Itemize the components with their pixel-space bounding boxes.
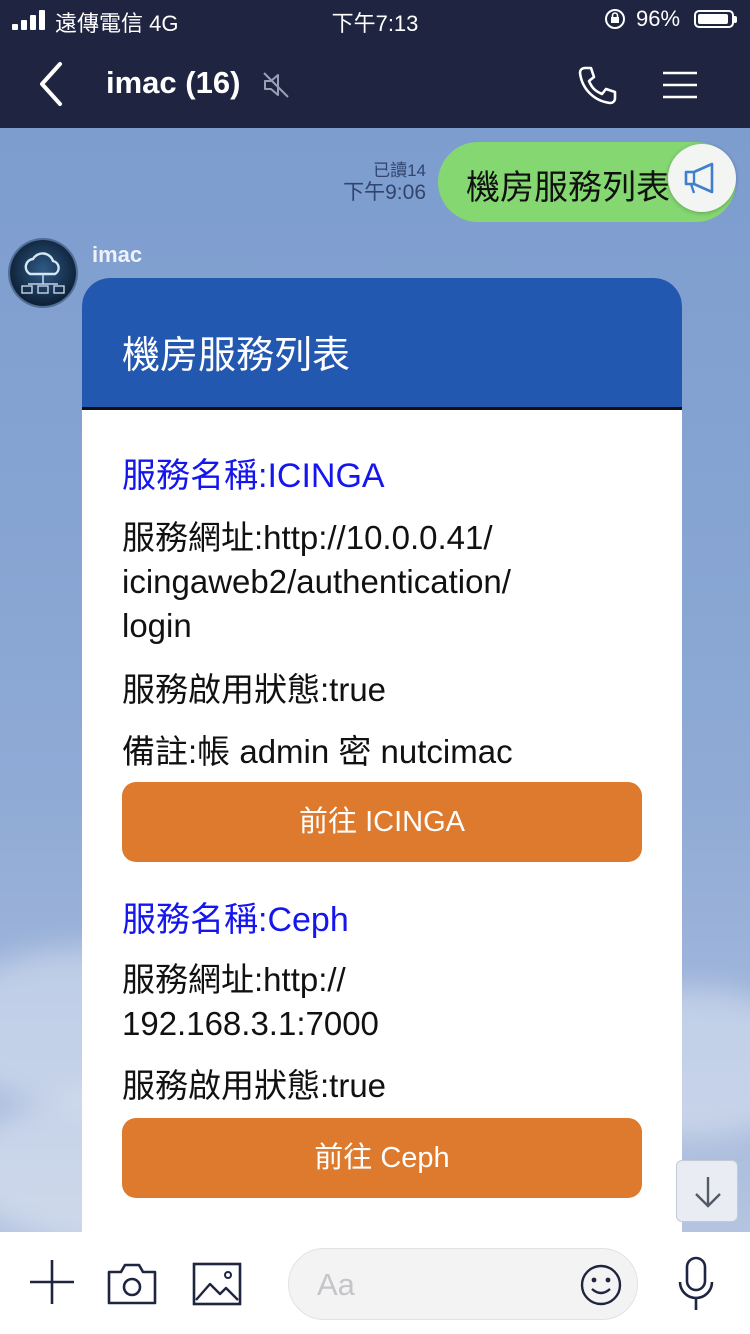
service-name: 服務名稱:ICINGA [122,457,385,495]
message-input[interactable] [315,1263,569,1307]
open-ceph-button[interactable]: 前往 Ceph [122,1118,642,1198]
cloud-network-icon [21,252,65,294]
service-url: 服務網址:http://10.0.0.41/ icingaweb2/authen… [122,516,642,648]
service-url: 服務網址:http:// 192.168.3.1:7000 [122,958,642,1046]
announce-button[interactable] [668,144,736,212]
status-bar: 遠傳電信 4G 下午7:13 96% [0,0,750,40]
battery-icon [694,10,737,28]
scroll-to-bottom-button[interactable] [676,1160,738,1222]
menu-icon[interactable] [662,70,698,100]
service-note: 備註:帳 admin 密 nutcimac [122,733,513,770]
service-name: 服務名稱:Ceph [122,901,349,939]
mute-icon [263,72,289,98]
avatar[interactable] [10,240,76,306]
service-url-line: icingaweb2/authentication/ [122,563,511,600]
back-icon[interactable] [30,60,70,108]
plus-icon[interactable] [28,1258,76,1306]
megaphone-icon [684,162,714,194]
service-url-line: 192.168.3.1:7000 [122,1005,379,1042]
top-bar: 遠傳電信 4G 下午7:13 96% imac (16) [0,0,750,128]
service-url-line: 服務網址:http:// [122,961,346,998]
phone-icon[interactable] [576,64,618,106]
sender-name: imac [92,242,143,267]
image-icon[interactable] [192,1262,242,1306]
flex-message-card: 機房服務列表 服務名稱:ICINGA 服務網址:http://10.0.0.41… [82,278,682,1232]
input-bar [0,1232,750,1334]
battery-percent: 96% [636,6,681,31]
camera-icon[interactable] [106,1260,158,1306]
service-url-line: login [122,607,192,644]
chat-header: imac (16) [0,40,750,128]
message-time: 下午9:06 [343,180,426,204]
service-url-line: 服務網址:http://10.0.0.41/ [122,519,493,556]
service-status: 服務啟用狀態:true [122,671,387,708]
chat-title: imac (16) [106,65,241,100]
chat-area[interactable]: 已讀14 下午9:06 機房服務列表 imac 機房服務列表 服務名稱:ICIN… [0,128,750,1232]
read-status: 已讀14 [373,161,426,180]
open-icinga-button[interactable]: 前往 ICINGA [122,782,642,862]
microphone-icon[interactable] [676,1256,716,1312]
rotation-lock-icon [605,9,625,29]
message-meta: 已讀14 下午9:06 [343,161,426,204]
card-title: 機房服務列表 [82,278,682,410]
service-status: 服務啟用狀態:true [122,1067,387,1104]
message-field[interactable] [288,1248,638,1320]
arrow-down-icon [695,1177,721,1208]
emoji-icon[interactable] [579,1263,623,1307]
